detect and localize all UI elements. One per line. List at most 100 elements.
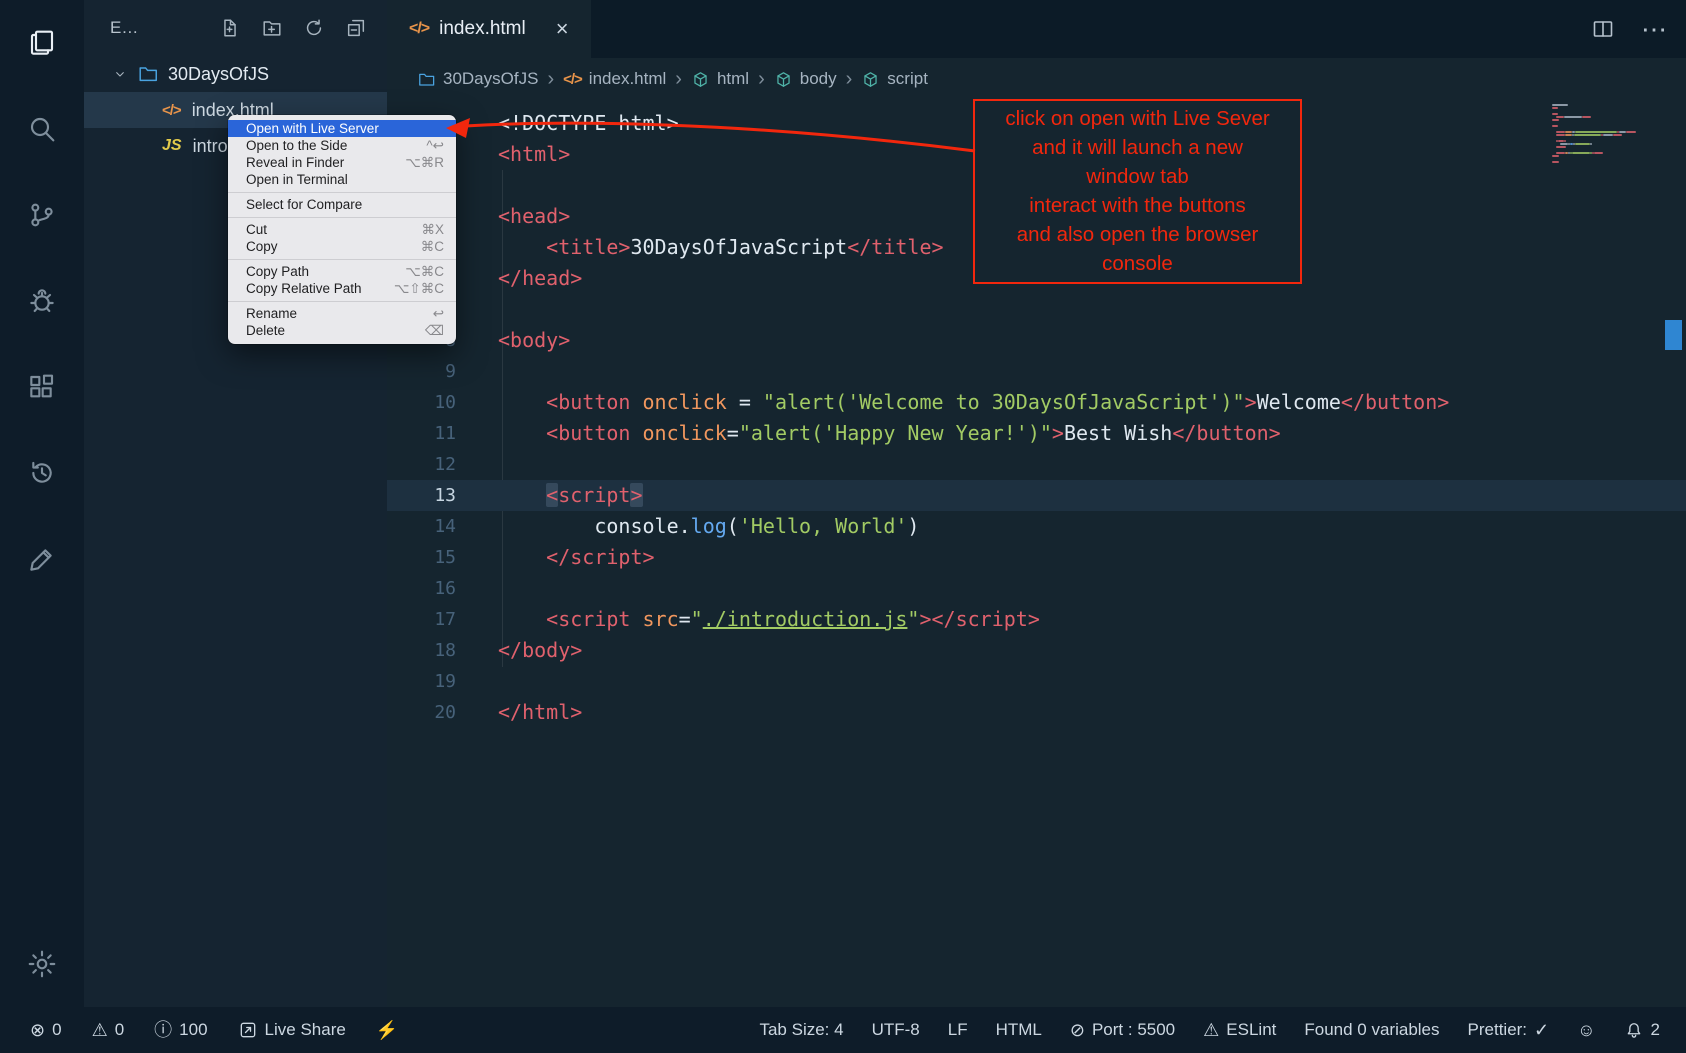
collapse-all-button[interactable]	[343, 15, 369, 41]
status-text: UTF-8	[872, 1020, 920, 1040]
history-button[interactable]	[0, 430, 84, 516]
source-control-icon	[26, 199, 58, 231]
breadcrumb-item-html[interactable]: html	[691, 69, 749, 89]
source-control-button[interactable]	[0, 172, 84, 258]
menu-item-rename[interactable]: Rename↩	[228, 305, 456, 322]
menu-separator	[228, 217, 456, 218]
code-line: 14 console.log('Hello, World')	[387, 511, 1686, 542]
breadcrumb-item-script[interactable]: script	[861, 69, 928, 89]
menu-item-copy-relative-path[interactable]: Copy Relative Path⌥⇧⌘C	[228, 280, 456, 297]
new-folder-button[interactable]	[259, 15, 285, 41]
breadcrumb-label: html	[717, 69, 749, 89]
status-eslint[interactable]: ⚠ESLint	[1203, 1020, 1276, 1040]
breadcrumb-item-index-html[interactable]: </>index.html	[563, 69, 666, 89]
folder-root-30daysofjs[interactable]: 30DaysOfJS	[84, 56, 387, 92]
explorer-button[interactable]	[0, 0, 84, 86]
code-token	[498, 390, 546, 414]
code-token: >	[1052, 421, 1064, 445]
code-token: >	[919, 607, 931, 631]
code-token: script	[558, 483, 630, 507]
menu-item-label: Reveal in Finder	[246, 155, 344, 170]
minimap-line	[1552, 131, 1652, 133]
menu-item-shortcut: ⌥⌘R	[405, 155, 444, 171]
code-line: 19	[387, 666, 1686, 697]
minimap-segment	[1572, 152, 1590, 154]
line-number: 11	[387, 418, 456, 449]
pen-button[interactable]	[0, 516, 84, 602]
status-encoding[interactable]: UTF-8	[872, 1020, 920, 1040]
menu-item-open-in-terminal[interactable]: Open in Terminal	[228, 171, 456, 188]
status-lightning[interactable]: ⚡	[376, 1021, 398, 1039]
status-live-share[interactable]: Live Share	[238, 1020, 346, 1040]
menu-item-label: Rename	[246, 306, 297, 321]
scrollbar-marker[interactable]	[1665, 320, 1682, 350]
minimap-line	[1552, 143, 1652, 145]
code-token: <	[546, 483, 558, 507]
minimap-segment	[1564, 116, 1583, 118]
status-notifications[interactable]: 2	[1624, 1020, 1660, 1040]
minimap-line	[1552, 146, 1652, 148]
code-token: <script	[546, 607, 642, 631]
breadcrumb-item-30daysofjs[interactable]: 30DaysOfJS	[417, 69, 538, 89]
menu-item-copy-path[interactable]: Copy Path⌥⌘C	[228, 263, 456, 280]
code-line: 12	[387, 449, 1686, 480]
code-token: >	[1245, 390, 1257, 414]
status-info-count[interactable]: ⓘ100	[154, 1020, 207, 1040]
code-token: </body>	[498, 638, 582, 662]
line-number: 14	[387, 511, 456, 542]
code-token: </script>	[546, 545, 654, 569]
code-token: =	[727, 390, 763, 414]
menu-separator	[228, 301, 456, 302]
status-bar-right: Tab Size: 4 UTF-8 LF HTML ⊘Port : 5500 ⚠ESLin…	[759, 1020, 1660, 1040]
code-token: "	[691, 607, 703, 631]
code-text: </html>	[456, 697, 582, 728]
chevron-down-icon-wrap	[112, 66, 128, 82]
menu-item-cut[interactable]: Cut⌘X	[228, 221, 456, 238]
menu-item-delete[interactable]: Delete⌫	[228, 322, 456, 339]
extensions-button[interactable]	[0, 344, 84, 430]
activity-bar	[0, 0, 84, 1007]
status-found-variables[interactable]: Found 0 variables	[1304, 1020, 1439, 1040]
menu-item-label: Open to the Side	[246, 138, 347, 153]
status-language-mode[interactable]: HTML	[996, 1020, 1042, 1040]
close-icon[interactable]: ×	[556, 18, 569, 40]
code-line: 20</html>	[387, 697, 1686, 728]
breadcrumb-item-body[interactable]: body	[774, 69, 837, 89]
minimap-line	[1552, 158, 1652, 160]
code-text: </head>	[456, 263, 582, 294]
menu-item-select-for-compare[interactable]: Select for Compare	[228, 196, 456, 213]
split-editor-button[interactable]	[1591, 17, 1615, 41]
more-actions-button[interactable]: ⋯	[1641, 14, 1668, 45]
minimap-segment	[1594, 152, 1603, 154]
minimap-segment	[1619, 131, 1626, 133]
history-icon	[26, 457, 58, 489]
code-text: </body>	[456, 635, 582, 666]
minimap-segment	[1613, 134, 1622, 136]
status-tab-size[interactable]: Tab Size: 4	[759, 1020, 843, 1040]
code-token: </head>	[498, 266, 582, 290]
code-text: <!DOCTYPE html>	[456, 108, 679, 139]
menu-item-reveal-in-finder[interactable]: Reveal in Finder ⌥⌘R	[228, 154, 456, 171]
run-debug-button[interactable]	[0, 258, 84, 344]
tab-index-html[interactable]: </> index.html ×	[387, 0, 591, 58]
status-prettier[interactable]: Prettier:✓	[1468, 1020, 1550, 1040]
lightning-icon: ⚡	[376, 1021, 398, 1039]
feedback-smiley-icon: ☺	[1577, 1021, 1595, 1039]
code-token: (	[727, 514, 739, 538]
minimap[interactable]	[1552, 104, 1652, 164]
settings-button[interactable]	[0, 921, 84, 1007]
breadcrumb-label: 30DaysOfJS	[443, 69, 538, 89]
status-eol[interactable]: LF	[948, 1020, 968, 1040]
editor-actions: ⋯	[1591, 0, 1668, 58]
menu-item-open-with-live-server[interactable]: Open with Live Server	[228, 120, 456, 137]
status-errors[interactable]: ⊗0	[30, 1020, 62, 1040]
new-file-button[interactable]	[217, 15, 243, 41]
refresh-button[interactable]	[301, 15, 327, 41]
menu-item-copy[interactable]: Copy⌘C	[228, 238, 456, 255]
menu-item-open-to-the-side[interactable]: Open to the Side^↩	[228, 137, 456, 154]
code-file-icon: </>	[563, 71, 582, 88]
search-button[interactable]	[0, 86, 84, 172]
status-live-server-port[interactable]: ⊘Port : 5500	[1070, 1020, 1175, 1040]
status-warnings[interactable]: ⚠0	[92, 1020, 125, 1040]
status-feedback-smiley[interactable]: ☺	[1577, 1021, 1595, 1039]
